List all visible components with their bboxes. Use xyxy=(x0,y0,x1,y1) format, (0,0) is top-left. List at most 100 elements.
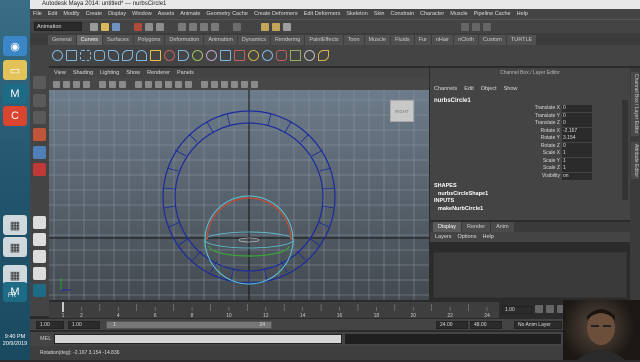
move-tool-icon[interactable] xyxy=(33,128,46,141)
taskbar-app-icon[interactable]: ▦ xyxy=(3,215,27,235)
offset-curve-icon[interactable] xyxy=(220,50,231,61)
clock[interactable]: 9:40 PM 20/9/2019 xyxy=(0,334,30,348)
render-icon[interactable] xyxy=(261,22,269,31)
shelf-tab-custom[interactable]: Custom xyxy=(478,35,506,45)
wireframe-on-shaded-icon[interactable] xyxy=(155,80,162,88)
app-icon[interactable]: C xyxy=(3,106,27,126)
layer-menu-options[interactable]: Options xyxy=(458,232,477,242)
menu-display[interactable]: Display xyxy=(108,11,126,17)
nurbs-circle-icon[interactable] xyxy=(52,50,63,61)
shelf-tab-painteffects[interactable]: PaintEffects xyxy=(305,35,343,45)
smooth-shade-icon[interactable] xyxy=(145,80,152,88)
high-quality-icon[interactable] xyxy=(231,80,238,88)
save-scene-icon[interactable] xyxy=(112,22,120,31)
go-to-start-icon[interactable] xyxy=(535,305,543,313)
layer-tab-anim[interactable]: Anim xyxy=(491,222,514,232)
attribute-row-translate-x[interactable]: Translate X0 xyxy=(520,105,620,112)
pencil-curve-tool-icon[interactable] xyxy=(108,50,119,61)
menu-edit-deformers[interactable]: Edit Deformers xyxy=(304,11,341,17)
textured-icon[interactable] xyxy=(165,80,172,88)
layer-menu-layers[interactable]: Layers xyxy=(435,232,452,242)
viewport-menu-renderer[interactable]: Renderer xyxy=(147,70,170,76)
snap-surface-icon[interactable] xyxy=(211,22,219,31)
attribute-row-rotate-y[interactable]: Rotate Y 3.154 xyxy=(520,135,620,142)
attribute-value[interactable]: 0 xyxy=(562,142,592,150)
menu-modify[interactable]: Modify xyxy=(63,11,79,17)
show-hide-editor-icon[interactable] xyxy=(483,22,491,31)
shelf-tab-rendering[interactable]: Rendering xyxy=(270,35,305,45)
side-tab-attribute-editor[interactable]: Attribute Editor xyxy=(631,142,639,180)
range-slider[interactable]: 1 24 xyxy=(106,321,272,329)
show-hide-editor-icon[interactable] xyxy=(472,22,480,31)
select-camera-icon[interactable] xyxy=(53,80,60,88)
snap-grid-icon[interactable] xyxy=(178,22,186,31)
grid-icon[interactable] xyxy=(99,80,106,88)
shelf-tab-general[interactable]: General xyxy=(48,35,76,45)
viewport-right[interactable] xyxy=(49,90,429,300)
attribute-value[interactable]: on xyxy=(562,172,592,180)
fillet-curve-icon[interactable] xyxy=(262,50,273,61)
arc-two-point-icon[interactable] xyxy=(136,50,147,61)
channel-menu-channels[interactable]: Channels xyxy=(434,86,457,96)
start-time-field[interactable]: 1.00 xyxy=(36,321,64,329)
attribute-row-translate-z[interactable]: Translate Z0 xyxy=(520,120,620,127)
shelf-tab-fluids[interactable]: Fluids xyxy=(390,35,414,45)
attribute-value[interactable]: 0 xyxy=(562,120,592,127)
reverse-curve-icon[interactable] xyxy=(234,50,245,61)
playback-end-field[interactable]: 24.00 xyxy=(436,321,468,329)
loft-icon[interactable] xyxy=(318,50,329,61)
shape-node-name[interactable]: nurbsCircleShape1 xyxy=(438,191,488,197)
use-all-lights-icon[interactable] xyxy=(175,80,182,88)
attribute-row-scale-z[interactable]: Scale Z1 xyxy=(520,165,620,172)
single-perspective-layout-icon[interactable] xyxy=(33,216,46,229)
cut-curve-icon[interactable] xyxy=(276,50,287,61)
current-frame-field[interactable]: 1.00 xyxy=(502,306,532,314)
playback-start-field[interactable]: 1.00 xyxy=(68,321,100,329)
attribute-value[interactable]: 1 xyxy=(562,165,592,172)
persp-outliner-layout-icon[interactable] xyxy=(33,267,46,280)
mel-command-input[interactable] xyxy=(54,334,342,344)
menu-help[interactable]: Help xyxy=(517,11,528,17)
arc-tool-icon[interactable] xyxy=(122,50,133,61)
xray-icon[interactable] xyxy=(201,80,208,88)
shelf-tab-polygons[interactable]: Polygons xyxy=(133,35,165,45)
attribute-value[interactable]: 1 xyxy=(562,150,592,157)
attribute-row-scale-y[interactable]: Scale Y1 xyxy=(520,157,620,165)
channel-box-object-name[interactable]: nurbsCircle1 xyxy=(434,98,471,104)
isolate-select-icon[interactable] xyxy=(221,80,228,88)
viewport-menu-view[interactable]: View xyxy=(54,70,66,76)
camera-attributes-icon[interactable] xyxy=(63,80,70,88)
insert-knot-icon[interactable] xyxy=(192,50,203,61)
nurbs-square-icon[interactable] xyxy=(66,50,77,61)
viewcube[interactable]: RIGHT xyxy=(390,100,414,122)
select-hierarchy-icon[interactable] xyxy=(134,22,142,31)
shelf-tab-fur[interactable]: Fur xyxy=(414,35,431,45)
channel-box-scrollbar[interactable] xyxy=(622,100,628,200)
menu-character[interactable]: Character xyxy=(420,11,444,17)
attribute-value[interactable]: 1 xyxy=(562,157,592,165)
ipr-render-icon[interactable] xyxy=(272,22,280,31)
image-plane-icon[interactable] xyxy=(83,80,90,88)
extend-curve-icon[interactable] xyxy=(206,50,217,61)
xray-joints-icon[interactable] xyxy=(211,80,218,88)
attribute-row-visibility[interactable]: Visibility on xyxy=(520,172,620,180)
new-scene-icon[interactable] xyxy=(90,22,98,31)
ep-curve-tool-icon[interactable] xyxy=(94,50,105,61)
menu-skeleton[interactable]: Skeleton xyxy=(346,11,367,17)
menu-geometry-cache[interactable]: Geometry Cache xyxy=(206,11,248,17)
menu-constrain[interactable]: Constrain xyxy=(390,11,414,17)
anim-layer-field[interactable]: No Anim Layer xyxy=(514,321,562,329)
attribute-value[interactable]: 3.154 xyxy=(562,135,592,142)
rotate-tool-icon[interactable] xyxy=(33,146,46,159)
end-time-field[interactable]: 48.00 xyxy=(470,321,502,329)
wireframe-icon[interactable] xyxy=(135,80,142,88)
menu-create-deformers[interactable]: Create Deformers xyxy=(254,11,298,17)
attribute-value[interactable]: 0 xyxy=(562,112,592,120)
layer-list[interactable] xyxy=(433,252,627,298)
depth-of-field-icon[interactable] xyxy=(251,80,258,88)
anti-aliasing-icon[interactable] xyxy=(241,80,248,88)
text-curve-icon[interactable] xyxy=(150,50,161,61)
menu-skin[interactable]: Skin xyxy=(374,11,385,17)
shelf-tab-dynamics[interactable]: Dynamics xyxy=(237,35,270,45)
shelf-tab-curves[interactable]: Curves xyxy=(76,35,102,45)
